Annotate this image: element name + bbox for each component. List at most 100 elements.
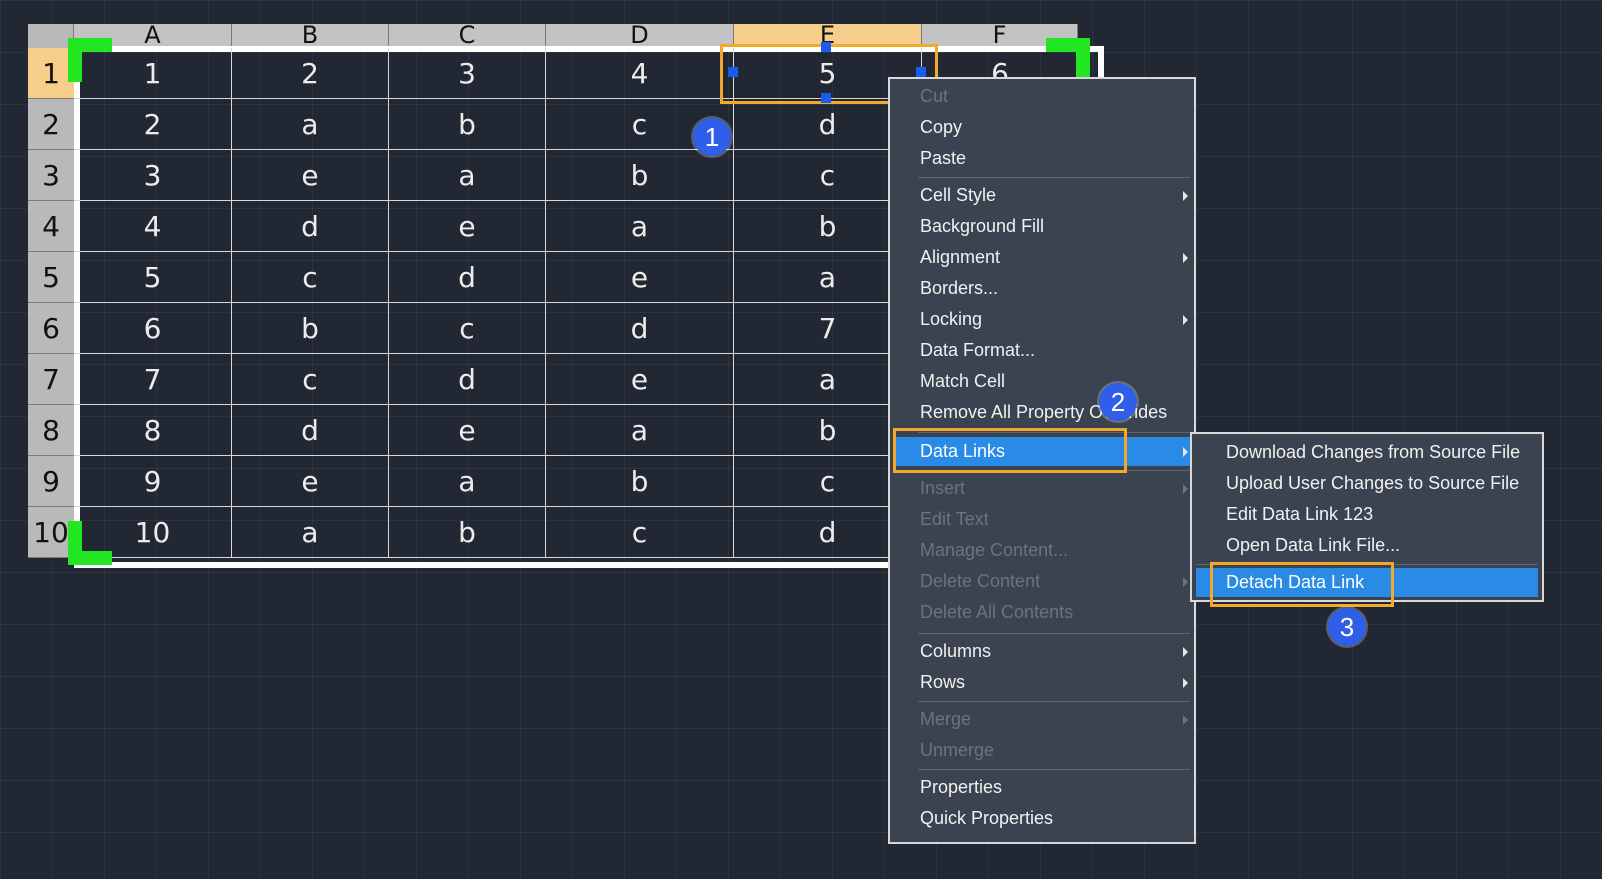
menu-item-rows[interactable]: Rows — [894, 668, 1190, 697]
cell-d10[interactable]: c — [546, 507, 734, 558]
table-grip-bottom-left[interactable] — [68, 521, 112, 565]
submenu-arrow-icon — [1183, 715, 1188, 725]
cell-b8[interactable]: d — [232, 405, 389, 456]
menu-item-remove-all-property-overrides[interactable]: Remove All Property Overrides — [894, 398, 1190, 427]
menu-item-label: Columns — [920, 641, 992, 661]
menu-separator — [918, 633, 1190, 634]
submenu-item-open-data-link-file[interactable]: Open Data Link File... — [1196, 531, 1538, 560]
row-header-7[interactable]: 7 — [28, 354, 74, 405]
menu-separator — [918, 701, 1190, 702]
column-header-d[interactable]: D — [546, 24, 734, 48]
menu-item-columns[interactable]: Columns — [894, 637, 1190, 666]
cell-grip-right[interactable] — [916, 67, 926, 77]
cell-grip-bottom[interactable] — [821, 93, 831, 103]
menu-item-locking[interactable]: Locking — [894, 305, 1190, 334]
submenu-arrow-icon — [1183, 253, 1188, 263]
cell-c4[interactable]: e — [389, 201, 546, 252]
menu-item-copy[interactable]: Copy — [894, 113, 1190, 142]
row-header-9[interactable]: 9 — [28, 456, 74, 507]
menu-item-unmerge[interactable]: Unmerge — [894, 736, 1190, 765]
column-header-b[interactable]: B — [232, 24, 389, 48]
cell-d6[interactable]: d — [546, 303, 734, 354]
cell-d1[interactable]: 4 — [546, 48, 734, 99]
menu-item-label: Locking — [920, 309, 983, 329]
row-header-4[interactable]: 4 — [28, 201, 74, 252]
menu-item-background-fill[interactable]: Background Fill — [894, 212, 1190, 241]
cell-d3[interactable]: b — [546, 150, 734, 201]
menu-item-manage-content[interactable]: Manage Content... — [894, 536, 1190, 565]
cell-b5[interactable]: c — [232, 252, 389, 303]
menu-item-cut[interactable]: Cut — [894, 82, 1190, 111]
cell-b3[interactable]: e — [232, 150, 389, 201]
row-header-3[interactable]: 3 — [28, 150, 74, 201]
cell-a6[interactable]: 6 — [74, 303, 232, 354]
menu-item-label: Borders... — [920, 278, 999, 298]
cell-a2[interactable]: 2 — [74, 99, 232, 150]
menu-item-data-format[interactable]: Data Format... — [894, 336, 1190, 365]
cell-b9[interactable]: e — [232, 456, 389, 507]
cell-grip-left[interactable] — [728, 67, 738, 77]
cell-b1[interactable]: 2 — [232, 48, 389, 99]
menu-item-label: Delete All Contents — [920, 602, 1074, 622]
cell-b6[interactable]: b — [232, 303, 389, 354]
menu-separator — [918, 769, 1190, 770]
cell-grip-top[interactable] — [821, 42, 831, 52]
cell-a3[interactable]: 3 — [74, 150, 232, 201]
submenu-item-download-changes-from-source-file[interactable]: Download Changes from Source File — [1196, 438, 1538, 467]
row-header-6[interactable]: 6 — [28, 303, 74, 354]
cell-a8[interactable]: 8 — [74, 405, 232, 456]
cell-a5[interactable]: 5 — [74, 252, 232, 303]
cell-b10[interactable]: a — [232, 507, 389, 558]
cell-b4[interactable]: d — [232, 201, 389, 252]
menu-item-borders[interactable]: Borders... — [894, 274, 1190, 303]
cell-c8[interactable]: e — [389, 405, 546, 456]
row-header-5[interactable]: 5 — [28, 252, 74, 303]
cell-c2[interactable]: b — [389, 99, 546, 150]
row-header-2[interactable]: 2 — [28, 99, 74, 150]
cell-c1[interactable]: 3 — [389, 48, 546, 99]
menu-item-match-cell[interactable]: Match Cell — [894, 367, 1190, 396]
menu-item-paste[interactable]: Paste — [894, 144, 1190, 173]
menu-item-merge[interactable]: Merge — [894, 705, 1190, 734]
cell-c3[interactable]: a — [389, 150, 546, 201]
cell-a9[interactable]: 9 — [74, 456, 232, 507]
menu-item-label: Edit Text — [920, 509, 989, 529]
cell-c9[interactable]: a — [389, 456, 546, 507]
step-badge-3: 3 — [1328, 608, 1366, 646]
column-header-c[interactable]: C — [389, 24, 546, 48]
table-grip-top-left[interactable] — [68, 38, 112, 82]
menu-item-properties[interactable]: Properties — [894, 773, 1190, 802]
menu-item-label: Insert — [920, 478, 966, 498]
menu-item-label: Alignment — [920, 247, 1001, 267]
submenu-arrow-icon — [1183, 577, 1188, 587]
cell-a4[interactable]: 4 — [74, 201, 232, 252]
submenu-item-edit-data-link-123[interactable]: Edit Data Link 123 — [1196, 500, 1538, 529]
cell-d5[interactable]: e — [546, 252, 734, 303]
submenu-arrow-icon — [1183, 315, 1188, 325]
cell-b7[interactable]: c — [232, 354, 389, 405]
row-header-8[interactable]: 8 — [28, 405, 74, 456]
step-badge-2: 2 — [1099, 383, 1137, 421]
cell-c6[interactable]: c — [389, 303, 546, 354]
table-grip-top-right[interactable] — [1046, 38, 1090, 82]
cell-d7[interactable]: e — [546, 354, 734, 405]
menu-item-quick-properties[interactable]: Quick Properties — [894, 804, 1190, 833]
menu-item-delete-content[interactable]: Delete Content — [894, 567, 1190, 596]
cell-a7[interactable]: 7 — [74, 354, 232, 405]
cell-b2[interactable]: a — [232, 99, 389, 150]
menu-item-alignment[interactable]: Alignment — [894, 243, 1190, 272]
submenu-item-upload-user-changes-to-source-file[interactable]: Upload User Changes to Source File — [1196, 469, 1538, 498]
menu-item-label: Delete Content — [920, 571, 1041, 591]
cell-d9[interactable]: b — [546, 456, 734, 507]
menu-item-cell-style[interactable]: Cell Style — [894, 181, 1190, 210]
menu-item-edit-text[interactable]: Edit Text — [894, 505, 1190, 534]
cell-d8[interactable]: a — [546, 405, 734, 456]
menu-item-delete-all-contents[interactable]: Delete All Contents — [894, 598, 1190, 627]
cell-c10[interactable]: b — [389, 507, 546, 558]
menu-item-insert[interactable]: Insert — [894, 474, 1190, 503]
menu-item-label: Data Format... — [920, 340, 1036, 360]
cell-d4[interactable]: a — [546, 201, 734, 252]
cell-c5[interactable]: d — [389, 252, 546, 303]
submenu-arrow-icon — [1183, 191, 1188, 201]
cell-c7[interactable]: d — [389, 354, 546, 405]
